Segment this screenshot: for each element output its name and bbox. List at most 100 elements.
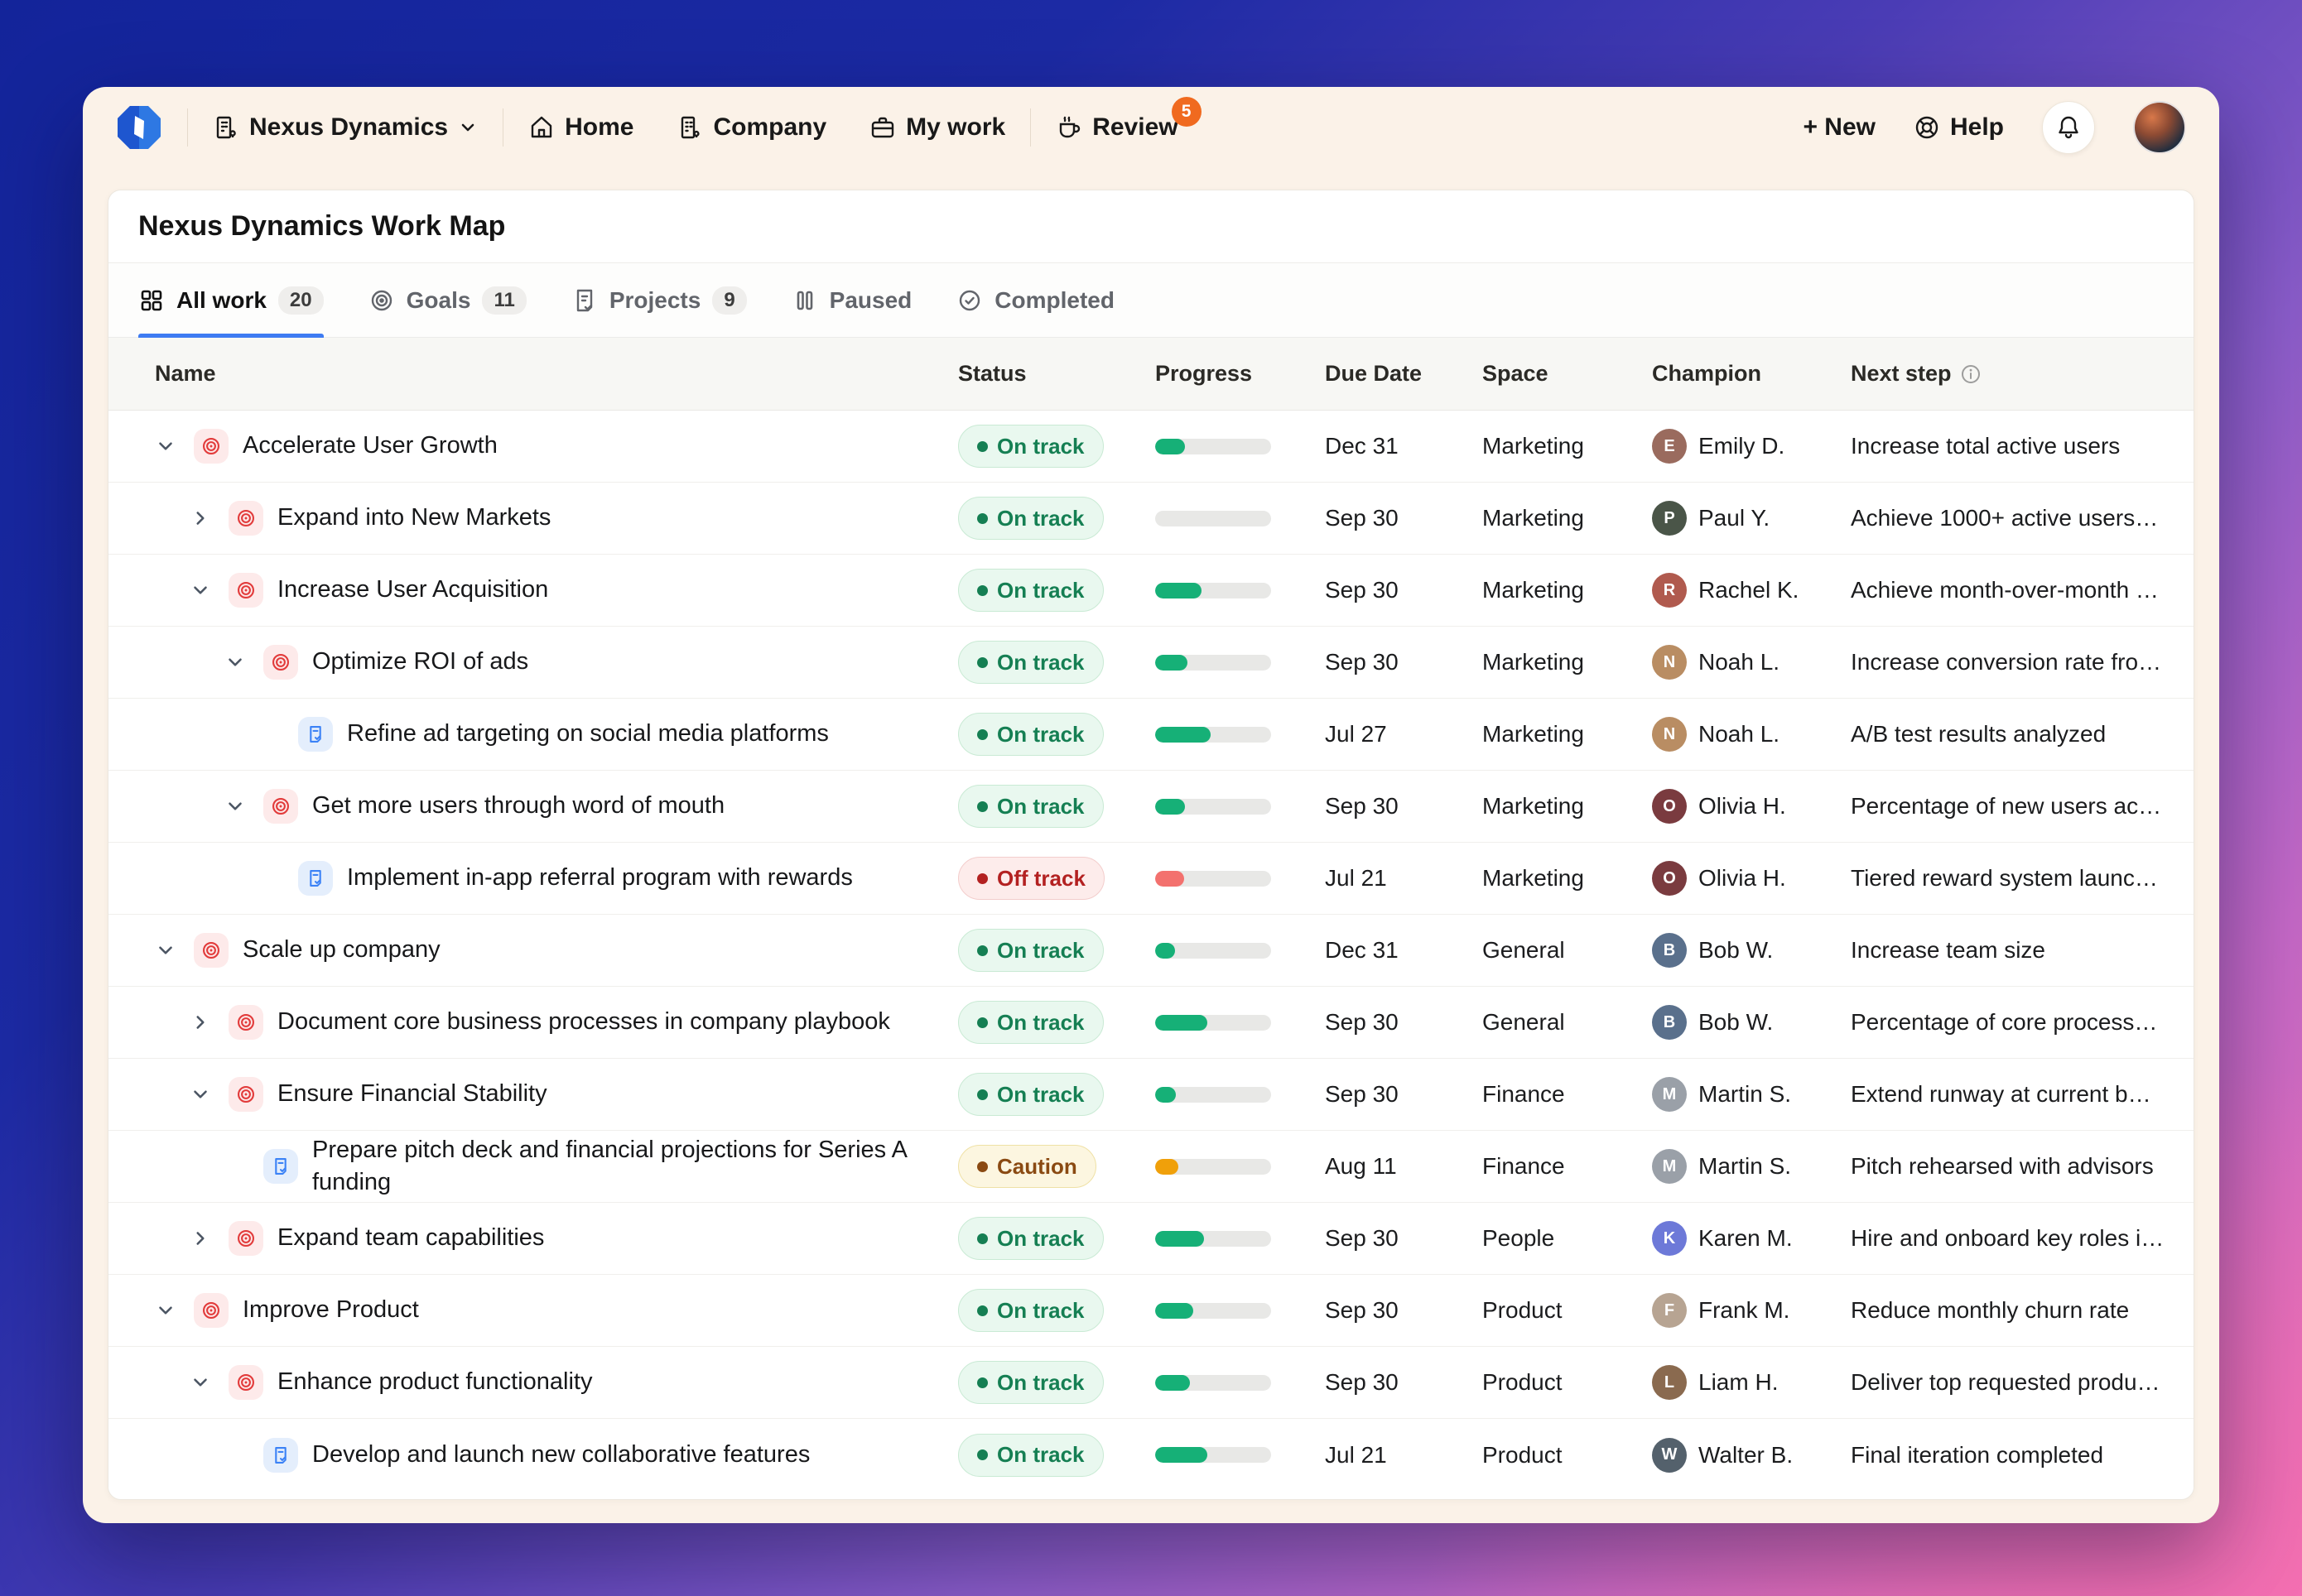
status-badge[interactable]: On track [958,1073,1104,1116]
user-avatar[interactable] [2133,101,2186,154]
goal-target-icon [194,429,229,464]
status-badge[interactable]: On track [958,713,1104,756]
nav-home[interactable]: Home [528,113,633,142]
table-row[interactable]: Increase User Acquisition On track Sep 3… [108,555,2194,627]
tab-completed[interactable]: Completed [956,263,1115,337]
row-name[interactable]: Document core business processes in comp… [277,1006,890,1038]
grid-icon [138,287,165,314]
status-badge[interactable]: On track [958,1361,1104,1404]
row-name[interactable]: Enhance product functionality [277,1366,592,1398]
row-name[interactable]: Prepare pitch deck and financial project… [312,1134,908,1199]
row-name[interactable]: Expand team capabilities [277,1222,544,1254]
expand-toggle[interactable] [190,1228,229,1249]
help-button[interactable]: Help [1914,113,2004,142]
table-row[interactable]: Expand team capabilities On track Sep 30… [108,1203,2194,1275]
row-name[interactable]: Optimize ROI of ads [312,646,528,678]
header-space[interactable]: Space [1482,361,1652,387]
header-status[interactable]: Status [958,361,1155,387]
expand-toggle[interactable] [190,507,229,529]
table-row[interactable]: Get more users through word of mouth On … [108,771,2194,843]
progress-bar [1155,871,1271,887]
header-due-date[interactable]: Due Date [1325,361,1482,387]
progress-bar [1155,1303,1271,1319]
status-badge[interactable]: On track [958,929,1104,972]
status-badge[interactable]: On track [958,1434,1104,1477]
table-row[interactable]: Document core business processes in comp… [108,987,2194,1059]
row-name[interactable]: Get more users through word of mouth [312,790,725,822]
expand-toggle[interactable] [190,1012,229,1033]
next-step-cell: Percentage of core process… [1851,1009,2165,1036]
table-row[interactable]: Develop and launch new collaborative fea… [108,1419,2194,1491]
nav-company[interactable]: Company [677,113,826,142]
row-name[interactable]: Implement in-app referral program with r… [347,862,853,894]
next-step-cell: Extend runway at current b… [1851,1081,2165,1108]
status-badge[interactable]: On track [958,785,1104,828]
row-name[interactable]: Scale up company [243,934,441,966]
new-button[interactable]: + New [1803,113,1876,142]
status-badge[interactable]: On track [958,641,1104,684]
champion-cell: P Paul Y. [1652,501,1851,536]
champion-cell: E Emily D. [1652,429,1851,464]
expand-toggle[interactable] [190,1372,229,1393]
row-name[interactable]: Ensure Financial Stability [277,1078,547,1110]
header-progress[interactable]: Progress [1155,361,1325,387]
tab-all-work[interactable]: All work 20 [138,263,324,337]
status-dot-icon [977,1449,988,1460]
tab-goals[interactable]: Goals 11 [368,263,527,337]
header-next-step[interactable]: Next step [1851,361,2165,387]
expand-toggle[interactable] [155,1300,194,1321]
status-badge[interactable]: Caution [958,1145,1096,1188]
tab-projects[interactable]: Projects 9 [571,263,747,337]
status-badge[interactable]: On track [958,425,1104,468]
expand-toggle[interactable] [224,651,263,673]
header-name[interactable]: Name [138,361,958,387]
table-row[interactable]: Enhance product functionality On track S… [108,1347,2194,1419]
row-name[interactable]: Increase User Acquisition [277,574,548,606]
status-badge[interactable]: On track [958,1001,1104,1044]
table-row[interactable]: Ensure Financial Stability On track Sep … [108,1059,2194,1131]
table-row[interactable]: Expand into New Markets On track Sep 30 … [108,483,2194,555]
status-label: On track [997,578,1085,603]
status-badge[interactable]: On track [958,497,1104,540]
table-row[interactable]: Prepare pitch deck and financial project… [108,1131,2194,1203]
table-body: Accelerate User Growth On track Dec 31 M… [108,411,2194,1499]
expand-toggle[interactable] [190,579,229,601]
row-name[interactable]: Expand into New Markets [277,502,551,534]
champion-cell: R Rachel K. [1652,573,1851,608]
champion-cell: N Noah L. [1652,717,1851,752]
expand-toggle[interactable] [224,796,263,817]
table-row[interactable]: Accelerate User Growth On track Dec 31 M… [108,411,2194,483]
nav-my-work[interactable]: My work [869,113,1005,142]
divider [187,108,188,147]
row-name[interactable]: Refine ad targeting on social media plat… [347,718,829,750]
table-row[interactable]: Implement in-app referral program with r… [108,843,2194,915]
status-label: On track [997,1010,1085,1036]
expand-toggle[interactable] [155,940,194,961]
row-name[interactable]: Improve Product [243,1294,419,1326]
expand-toggle[interactable] [155,435,194,457]
tab-paused[interactable]: Paused [792,263,913,337]
table-row[interactable]: Improve Product On track Sep 30 Product … [108,1275,2194,1347]
workspace-switcher[interactable]: Nexus Dynamics [213,113,478,142]
status-label: On track [997,1298,1085,1324]
row-name[interactable]: Accelerate User Growth [243,430,498,462]
goal-target-icon [229,573,263,608]
table-row[interactable]: Refine ad targeting on social media plat… [108,699,2194,771]
status-badge[interactable]: Off track [958,857,1105,900]
nav-review[interactable]: Review 5 [1056,113,1177,142]
progress-fill [1155,1447,1207,1463]
header-champion[interactable]: Champion [1652,361,1851,387]
notifications-button[interactable] [2042,101,2095,154]
table-row[interactable]: Scale up company On track Dec 31 General… [108,915,2194,987]
name-cell: Document core business processes in comp… [138,1005,958,1040]
status-label: On track [997,1442,1085,1468]
champion-cell: K Karen M. [1652,1221,1851,1256]
champion-name: Walter B. [1698,1442,1793,1469]
row-name[interactable]: Develop and launch new collaborative fea… [312,1439,810,1471]
expand-toggle[interactable] [190,1084,229,1105]
app-logo-icon[interactable] [116,104,162,151]
status-badge[interactable]: On track [958,569,1104,612]
status-badge[interactable]: On track [958,1289,1104,1332]
status-badge[interactable]: On track [958,1217,1104,1260]
table-row[interactable]: Optimize ROI of ads On track Sep 30 Mark… [108,627,2194,699]
